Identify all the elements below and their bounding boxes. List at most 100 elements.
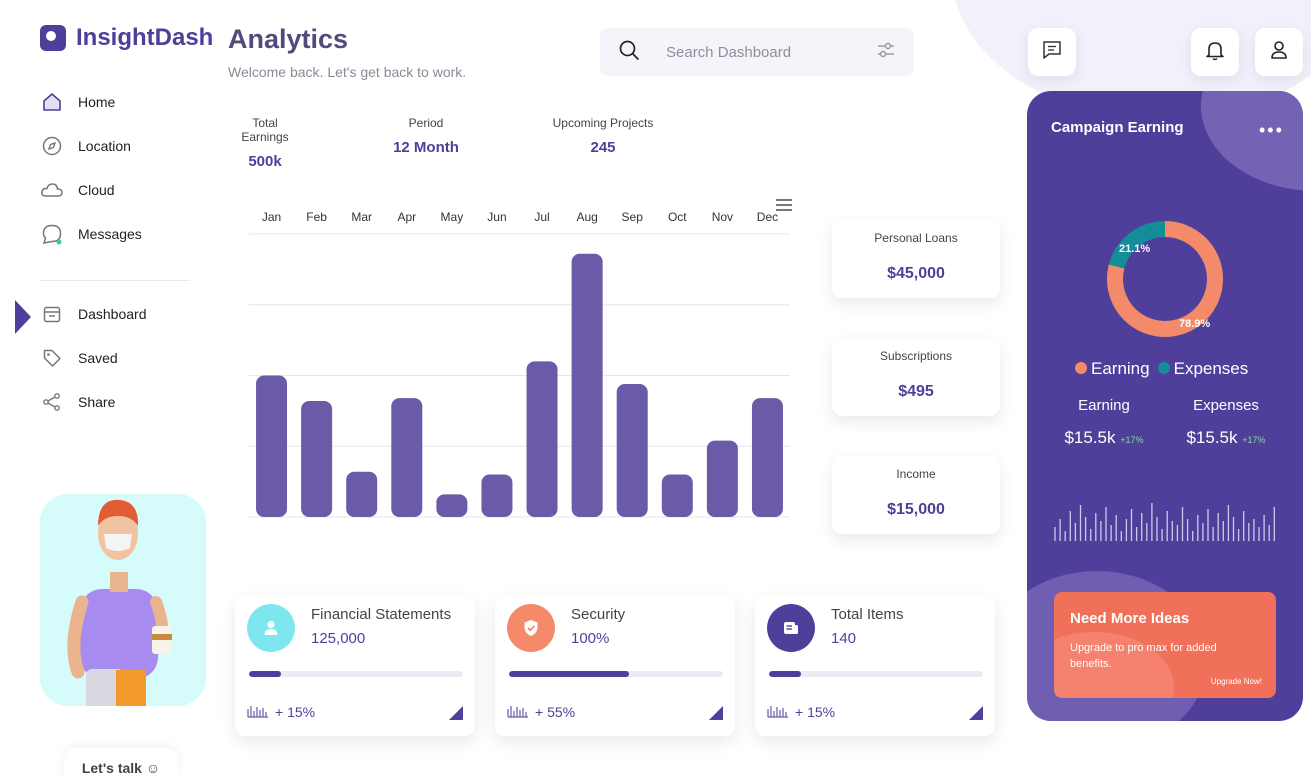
total-items-card[interactable]: Total Items 140 + 15%	[755, 596, 995, 736]
progress-fill	[509, 671, 629, 677]
card-value: 140	[831, 630, 857, 647]
chart-bar	[571, 253, 603, 517]
donut-expenses-label: 21.1%	[1119, 243, 1150, 255]
progress-bar	[769, 671, 983, 677]
chart-month-label: Aug	[576, 210, 597, 224]
legend-label: Expenses	[1173, 359, 1249, 378]
sidebar-item-cloud[interactable]: Cloud	[40, 168, 200, 212]
sidebar-nav-secondary: Dashboard Saved Share	[40, 292, 200, 424]
stat-value: $15.5k +17%	[1171, 428, 1281, 448]
card-value: 125,000	[311, 630, 366, 647]
stat-total-earnings: Total Earnings 500k	[228, 116, 302, 170]
mini-bars-icon	[767, 704, 789, 723]
avatar-illustration	[40, 494, 206, 706]
card-value: $15,000	[887, 501, 945, 518]
chat-bubble-icon	[1041, 39, 1063, 66]
search-bar[interactable]	[600, 28, 914, 76]
donut-earning-label: 78.9%	[1179, 318, 1210, 330]
brand-logo[interactable]: InsightDash	[40, 24, 213, 52]
chat-icon	[40, 222, 64, 246]
upgrade-now-link[interactable]: Upgrade Now!	[1211, 677, 1262, 686]
legend-expenses: Expenses	[1157, 359, 1249, 379]
stat-label: Earning	[1078, 397, 1130, 414]
progress-bar	[509, 671, 723, 677]
notifications-button[interactable]	[1191, 28, 1239, 76]
stat-value: $15.5k +17%	[1049, 428, 1159, 448]
more-options-icon[interactable]: •••	[1259, 121, 1284, 139]
sidebar-item-location[interactable]: Location	[40, 124, 200, 168]
chart-month-label: Dec	[757, 210, 778, 224]
donut-legend: Earning Expenses	[1075, 359, 1248, 379]
chart-month-label: Feb	[306, 210, 327, 224]
chart-month-label: Oct	[668, 210, 687, 224]
lets-talk-button[interactable]: Let's talk ☺	[64, 748, 178, 777]
card-title: Financial Statements	[311, 606, 452, 623]
card-label: Subscriptions	[879, 349, 953, 363]
filter-icon[interactable]	[876, 41, 896, 64]
active-indicator	[15, 300, 31, 334]
financial-statements-card[interactable]: Financial Statements 125,000 + 15%	[235, 596, 475, 736]
stat-change: +17%	[1242, 435, 1266, 445]
chart-month-label: Sep	[622, 210, 644, 224]
corner-arrow-icon	[709, 706, 723, 720]
search-icon[interactable]	[618, 39, 640, 66]
sidebar-item-home[interactable]: Home	[40, 80, 200, 124]
share-icon	[40, 390, 64, 414]
stat-value: 12 Month	[393, 139, 459, 156]
card-title: Total Items	[831, 606, 904, 623]
chart-month-label: Jun	[487, 210, 506, 224]
stat-label: Upcoming Projects	[552, 116, 654, 130]
sidebar-divider	[40, 280, 190, 281]
sidebar-item-messages[interactable]: Messages	[40, 212, 200, 256]
tag-icon	[40, 346, 64, 370]
legend-dot	[1075, 362, 1087, 374]
cloud-icon	[40, 178, 64, 202]
promo-text: Upgrade to pro max for added benefits.	[1070, 642, 1217, 670]
chart-month-label: Jul	[534, 210, 549, 224]
compass-icon	[40, 134, 64, 158]
chart-month-label: Mar	[351, 210, 372, 224]
user-icon	[247, 604, 295, 652]
progress-bar	[249, 671, 463, 677]
profile-button[interactable]	[1255, 28, 1303, 76]
personal-loans-card: Personal Loans $45,000	[832, 220, 1000, 298]
user-icon	[1268, 39, 1290, 66]
card-change: + 15%	[275, 704, 316, 720]
card-value: 100%	[571, 630, 610, 647]
legend-label: Earning	[1091, 359, 1150, 378]
campaign-donut-chart: 21.1% 78.9%	[1107, 221, 1223, 337]
legend-earning: Earning	[1075, 359, 1150, 379]
sidebar-item-dashboard[interactable]: Dashboard	[40, 292, 200, 336]
monthly-bar-chart: Jan Feb Mar Apr May Jun Jul Aug Sep Oct Nov Dec	[249, 210, 790, 518]
chart-month-label: Apr	[397, 210, 416, 224]
sidebar-item-share[interactable]: Share	[40, 380, 200, 424]
chart-month-label: Nov	[712, 210, 733, 224]
mini-bars-icon	[507, 704, 529, 723]
messages-button[interactable]	[1028, 28, 1076, 76]
chart-bar	[436, 494, 468, 517]
sidebar-item-saved[interactable]: Saved	[40, 336, 200, 380]
home-icon	[40, 90, 64, 114]
earning-stat: Earning $15.5k +17%	[1049, 397, 1159, 448]
sidebar-item-label: Share	[78, 394, 116, 410]
upgrade-promo-card[interactable]: Need More Ideas Upgrade to pro max for a…	[1054, 592, 1276, 698]
search-input[interactable]	[666, 43, 866, 61]
calendar-icon	[40, 302, 64, 326]
stat-label: Period	[408, 116, 444, 130]
panel-title: Campaign Earning	[1051, 119, 1184, 136]
chart-bar	[256, 375, 288, 517]
corner-arrow-icon	[449, 706, 463, 720]
subscriptions-card: Subscriptions $495	[832, 338, 1000, 416]
stat-amount: $15.5k	[1064, 428, 1116, 447]
legend-dot	[1157, 362, 1170, 374]
expenses-stat: Expenses $15.5k +17%	[1171, 397, 1281, 448]
bell-icon	[1204, 39, 1226, 66]
logo-icon	[40, 25, 66, 51]
chart-bar	[706, 440, 738, 517]
shield-icon	[507, 604, 555, 652]
chart-month-label: Jan	[262, 210, 281, 224]
security-card[interactable]: Security 100% + 55%	[495, 596, 735, 736]
progress-fill	[769, 671, 802, 677]
chart-menu-icon[interactable]	[776, 199, 792, 214]
card-label: Personal Loans	[874, 231, 958, 245]
